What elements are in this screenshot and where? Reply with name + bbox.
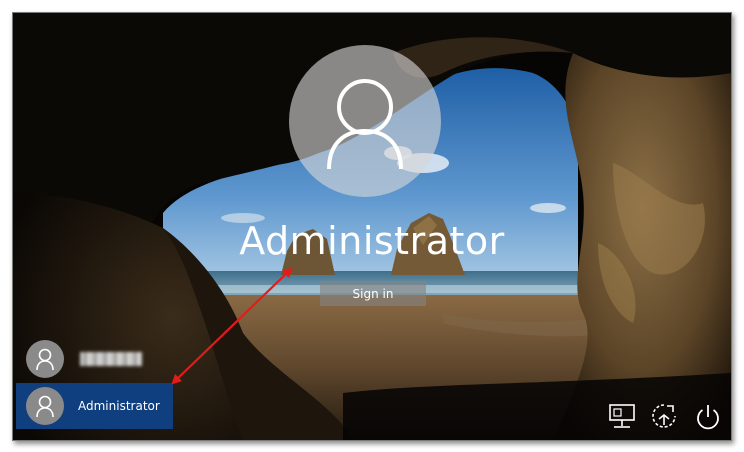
user-silhouette-icon (36, 348, 54, 371)
user-avatar-small (26, 387, 64, 425)
login-username: Administrator (239, 219, 505, 263)
ease-of-access-icon[interactable] (649, 402, 679, 432)
user-silhouette-icon (36, 395, 54, 418)
user-list-item-blurred[interactable] (16, 336, 173, 382)
lock-screen-window: Administrator Sign in Administrator (12, 12, 732, 441)
blurred-username (80, 352, 142, 366)
sign-in-button[interactable]: Sign in (320, 281, 426, 306)
user-list-item-administrator[interactable]: Administrator (16, 383, 173, 429)
user-avatar-small (26, 340, 64, 378)
user-silhouette-icon (327, 79, 403, 170)
power-icon[interactable] (693, 402, 723, 432)
user-avatar-large (289, 45, 441, 197)
network-icon[interactable] (607, 402, 637, 432)
user-list-label: Administrator (78, 399, 160, 413)
